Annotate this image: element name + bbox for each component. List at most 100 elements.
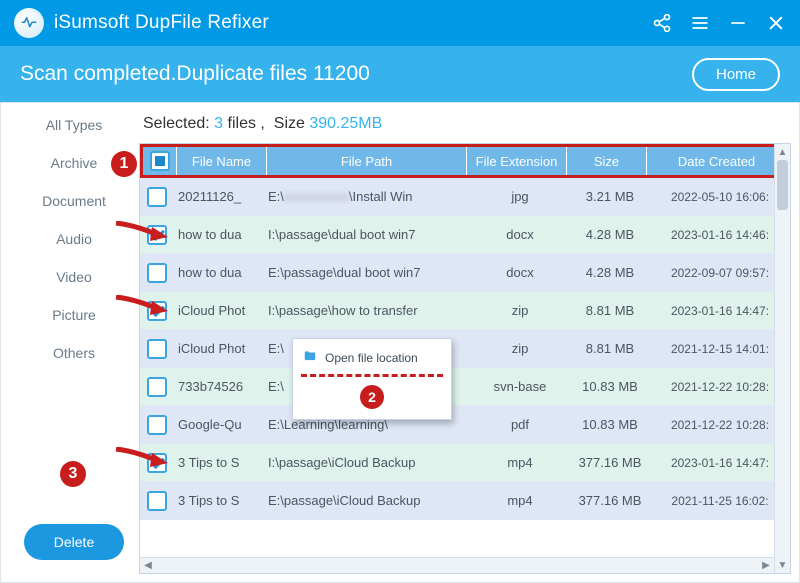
scroll-up-icon[interactable]: ▲ [775,144,790,160]
sidebar-item-others[interactable]: Others [53,345,95,361]
status-bar: Scan completed.Duplicate files 11200 Hom… [0,46,800,102]
cell-file-extension: mp4 [470,455,570,470]
table-body: 20211126_E:\xxxxxxxxxx\Install Winjpg3.2… [140,178,790,573]
main-panel: Selected: 3 files , Size 390.25MB File N… [139,113,791,574]
cell-file-extension: mp4 [470,493,570,508]
col-file-name[interactable]: File Name [177,147,267,175]
scroll-right-icon[interactable]: ▶ [758,558,774,573]
table-row[interactable]: iCloud PhotI:\passage\how to transferzip… [140,292,790,330]
col-file-path[interactable]: File Path [267,147,467,175]
selection-summary: Selected: 3 files , Size 390.25MB [139,113,791,143]
cell-date: 2023-01-16 14:46: [650,228,790,242]
cell-file-name: 733b74526 [174,379,264,394]
sidebar-item-archive[interactable]: Archive [51,155,98,171]
context-menu: Open file location 2 [292,338,452,420]
scroll-thumb[interactable] [777,160,788,210]
row-checkbox[interactable] [147,491,167,511]
cell-size: 10.83 MB [570,379,650,394]
table-row[interactable]: how to duaE:\passage\dual boot win7docx4… [140,254,790,292]
table-row[interactable]: Google-QuE:\Learning\learning\pdf10.83 M… [140,406,790,444]
col-file-extension[interactable]: File Extension [467,147,567,175]
col-date-created[interactable]: Date Created [647,147,787,175]
row-checkbox[interactable] [147,415,167,435]
cell-file-extension: jpg [470,189,570,204]
cell-file-path: I:\passage\how to transfer [264,303,470,318]
sidebar-item-document[interactable]: Document [42,193,106,209]
menu-open-file-location[interactable]: Open file location [293,345,451,374]
cell-size: 10.83 MB [570,417,650,432]
arrow-icon [114,447,168,474]
scan-status: Scan completed.Duplicate files 11200 [20,62,370,86]
cell-file-path: I:\passage\dual boot win7 [264,227,470,242]
cell-file-name: iCloud Phot [174,303,264,318]
vertical-scrollbar[interactable]: ▲ ▼ [774,144,790,573]
menu-separator [301,374,443,377]
cell-file-extension: zip [470,303,570,318]
cell-date: 2023-01-16 14:47: [650,456,790,470]
table-row[interactable]: iCloud PhotE:\zip8.81 MB2021-12-15 14:01… [140,330,790,368]
minimize-icon[interactable] [728,13,748,33]
cell-file-extension: zip [470,341,570,356]
horizontal-scrollbar[interactable]: ◀ ▶ [140,557,774,573]
table-row[interactable]: how to duaI:\passage\dual boot win7docx4… [140,216,790,254]
cell-date: 2023-01-16 14:47: [650,304,790,318]
cell-file-extension: docx [470,227,570,242]
cell-size: 8.81 MB [570,303,650,318]
row-checkbox[interactable] [147,187,167,207]
cell-file-name: Google-Qu [174,417,264,432]
cell-file-name: 3 Tips to S [174,455,264,470]
cell-file-name: 20211126_ [174,189,264,204]
sidebar-item-all-types[interactable]: All Types [46,117,103,133]
scroll-left-icon[interactable]: ◀ [140,558,156,573]
select-all-checkbox[interactable] [150,151,170,171]
table-row[interactable]: 733b74526E:\svn-base10.83 MB2021-12-22 1… [140,368,790,406]
annotation-1: 1 [111,151,137,177]
cell-file-name: iCloud Phot [174,341,264,356]
delete-button[interactable]: Delete [24,524,124,560]
cell-file-extension: pdf [470,417,570,432]
annotation-3: 3 [60,461,86,487]
cell-size: 4.28 MB [570,227,650,242]
app-title: iSumsoft DupFile Refixer [54,12,269,34]
sidebar: All Types Archive Document Audio Video P… [9,113,139,574]
sidebar-item-video[interactable]: Video [56,269,92,285]
table-row[interactable]: 3 Tips to SI:\passage\iCloud Backupmp437… [140,444,790,482]
cell-date: 2021-11-25 16:02: [650,494,790,508]
cell-date: 2021-12-22 10:28: [650,380,790,394]
table-row[interactable]: 20211126_E:\xxxxxxxxxx\Install Winjpg3.2… [140,178,790,216]
cell-date: 2021-12-15 14:01: [650,342,790,356]
cell-file-path: E:\passage\iCloud Backup [264,493,470,508]
cell-size: 377.16 MB [570,455,650,470]
share-icon[interactable] [652,13,672,33]
cell-size: 8.81 MB [570,341,650,356]
cell-file-path: E:\xxxxxxxxxx\Install Win [264,189,470,204]
col-size[interactable]: Size [567,147,647,175]
cell-date: 2021-12-22 10:28: [650,418,790,432]
table-header-row: File Name File Path File Extension Size … [140,144,790,178]
menu-icon[interactable] [690,13,710,33]
cell-date: 2022-05-10 16:06: [650,190,790,204]
close-icon[interactable] [766,13,786,33]
folder-icon [303,349,317,366]
header-select-all[interactable] [143,147,177,175]
sidebar-item-picture[interactable]: Picture [52,307,96,323]
cell-file-name: how to dua [174,265,264,280]
cell-file-path: E:\passage\dual boot win7 [264,265,470,280]
title-bar: iSumsoft DupFile Refixer [0,0,800,46]
cell-file-extension: svn-base [470,379,570,394]
arrow-icon [114,295,168,322]
row-checkbox[interactable] [147,263,167,283]
sidebar-item-audio[interactable]: Audio [56,231,92,247]
row-checkbox[interactable] [147,339,167,359]
cell-date: 2022-09-07 09:57: [650,266,790,280]
home-button[interactable]: Home [692,58,780,91]
cell-file-name: how to dua [174,227,264,242]
row-checkbox[interactable] [147,377,167,397]
cell-file-extension: docx [470,265,570,280]
cell-size: 4.28 MB [570,265,650,280]
scroll-down-icon[interactable]: ▼ [775,557,790,573]
cell-file-path: I:\passage\iCloud Backup [264,455,470,470]
annotation-2: 2 [360,385,384,409]
table-row[interactable]: 3 Tips to SE:\passage\iCloud Backupmp437… [140,482,790,520]
app-logo [14,8,44,38]
